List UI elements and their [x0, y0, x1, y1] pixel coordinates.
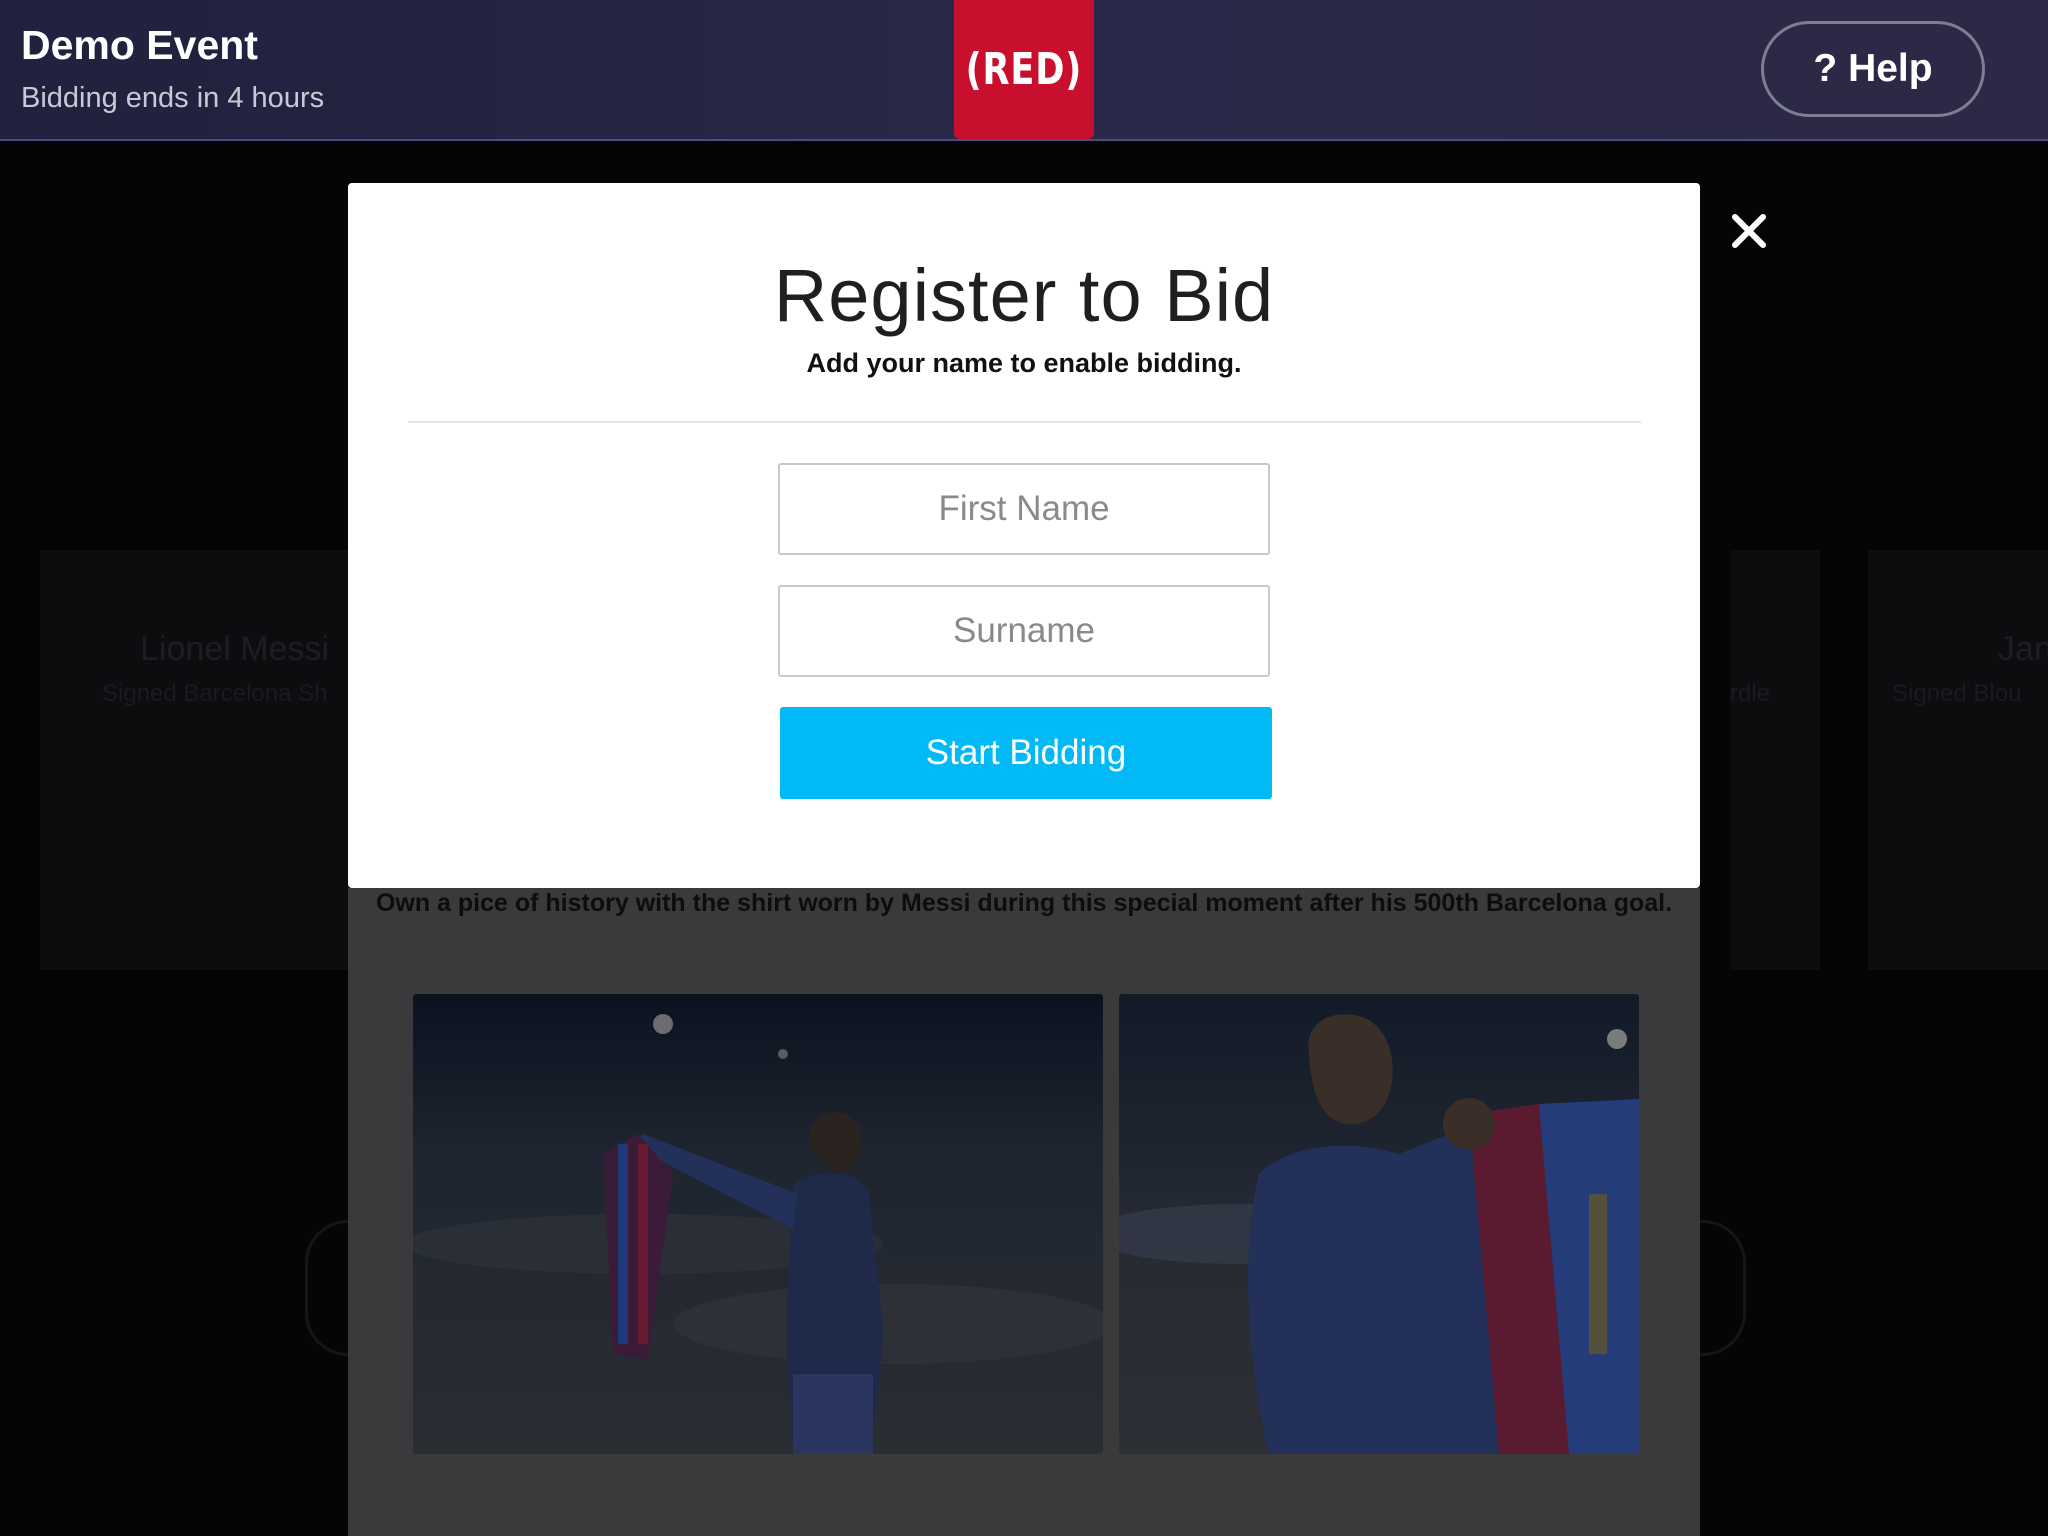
- start-bidding-button[interactable]: Start Bidding: [780, 707, 1272, 799]
- lot-card-subtitle: rdle: [1730, 680, 1771, 707]
- lot-card-name: Lionel Messi: [140, 630, 329, 668]
- lot-photo[interactable]: [413, 994, 1103, 1454]
- modal-title: Register to Bid: [773, 254, 1275, 337]
- lot-card-right: rdle: [1730, 550, 1820, 970]
- modal-divider: [408, 421, 1641, 423]
- lot-details-panel: Own a pice of history with the shirt wor…: [348, 888, 1700, 1536]
- bidding-countdown: Bidding ends in 4 hours: [21, 82, 325, 114]
- lot-card-name: Jan: [1998, 630, 2048, 668]
- top-bar: Demo Event Bidding ends in 4 hours (RED)…: [0, 0, 2048, 141]
- lot-card-left: Lionel Messi Signed Barcelona Sh: [40, 550, 350, 970]
- lot-photo[interactable]: [1119, 994, 1639, 1454]
- lot-card-far-right: Jan Signed Blou: [1868, 550, 2048, 970]
- register-modal: Register to Bid Add your name to enable …: [348, 183, 1700, 888]
- lot-description: Own a pice of history with the shirt wor…: [375, 889, 1673, 917]
- modal-subtitle: Add your name to enable bidding.: [806, 348, 1242, 378]
- close-modal-button[interactable]: [1726, 208, 1772, 254]
- lot-card-subtitle: Signed Barcelona Sh: [102, 680, 328, 707]
- red-logo: (RED): [954, 0, 1094, 139]
- help-button[interactable]: ? Help: [1761, 21, 1985, 117]
- event-title: Demo Event: [21, 22, 258, 68]
- first-name-input[interactable]: [778, 463, 1270, 555]
- surname-input[interactable]: [778, 585, 1270, 677]
- close-icon: [1732, 214, 1766, 248]
- logo-text: (RED): [965, 44, 1083, 95]
- lot-card-subtitle: Signed Blou: [1892, 680, 2022, 707]
